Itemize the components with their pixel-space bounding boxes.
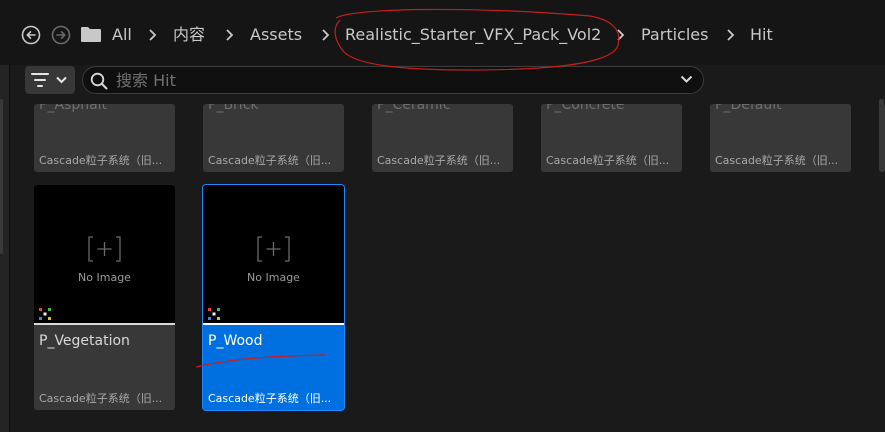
asset-type: Cascade粒子系统（旧...: [39, 154, 163, 167]
breadcrumb-item-particles[interactable]: Particles: [641, 24, 708, 46]
search-input[interactable]: [116, 70, 656, 90]
asset-tile-p-vegetation[interactable]: No Image P_Vegetation Cascade粒子系统（旧...: [34, 185, 175, 410]
breadcrumb-item-hit[interactable]: Hit: [750, 24, 773, 46]
asset-tile-p-wood[interactable]: No Image P_Wood Cascade粒子系统（旧...: [202, 184, 345, 411]
asset-thumbnail: No Image: [34, 185, 175, 323]
asset-tile-p-ceramic[interactable]: P_Ceramic Cascade粒子系统（旧...: [372, 104, 513, 172]
chevron-right-icon[interactable]: [224, 29, 234, 41]
filter-button[interactable]: [25, 66, 75, 94]
asset-tile-p-concrete[interactable]: P_Concrete Cascade粒子系统（旧...: [541, 104, 682, 172]
asset-name: P_Brick: [208, 104, 259, 113]
filter-icon: [31, 73, 49, 87]
no-image-icon: [88, 236, 121, 262]
breadcrumb-item-assets[interactable]: Assets: [250, 24, 302, 46]
asset-name: P_Wood: [208, 333, 263, 349]
asset-type: Cascade粒子系统（旧...: [377, 154, 501, 167]
search-icon: [90, 72, 108, 90]
chevron-right-icon[interactable]: [615, 29, 625, 41]
path-bar: All 内容 Assets Realistic_Starter_VFX_Pack…: [0, 0, 885, 65]
asset-type-bar: [203, 323, 344, 325]
no-image-icon: [257, 236, 290, 262]
asset-type: Cascade粒子系统（旧...: [546, 154, 670, 167]
no-image-label: No Image: [247, 271, 300, 284]
asset-type: Cascade粒子系统（旧...: [39, 392, 163, 405]
back-arrow-icon[interactable]: [21, 25, 41, 45]
chevron-right-icon[interactable]: [320, 29, 330, 41]
chevron-right-icon[interactable]: [725, 29, 735, 41]
asset-type-bar: [34, 323, 175, 325]
no-image-label: No Image: [78, 271, 131, 284]
particle-system-icon: [39, 308, 51, 320]
asset-thumbnail: No Image: [203, 185, 344, 323]
asset-tile-offscreen[interactable]: [879, 104, 885, 172]
chevron-down-icon[interactable]: [680, 75, 693, 84]
asset-name: P_Vegetation: [39, 333, 130, 349]
asset-tile-p-default[interactable]: P_Default Cascade粒子系统（旧...: [710, 104, 851, 172]
breadcrumb-item-content[interactable]: 内容: [173, 24, 205, 46]
asset-name: P_Asphalt: [39, 104, 108, 113]
asset-name: P_Default: [715, 104, 782, 113]
breadcrumb-item-vfx-pack[interactable]: Realistic_Starter_VFX_Pack_Vol2: [345, 24, 601, 46]
folder-icon: [80, 26, 102, 47]
chevron-right-icon[interactable]: [147, 29, 157, 41]
chevron-down-icon: [56, 76, 67, 84]
asset-type: Cascade粒子系统（旧...: [208, 392, 332, 405]
particle-system-icon: [208, 308, 220, 320]
asset-tile-p-asphalt[interactable]: P_Asphalt Cascade粒子系统（旧...: [34, 104, 175, 172]
asset-type: Cascade粒子系统（旧...: [208, 154, 332, 167]
asset-name: P_Ceramic: [377, 104, 451, 113]
search-box[interactable]: [82, 66, 704, 94]
breadcrumb-item-all[interactable]: All: [112, 24, 132, 46]
forward-arrow-icon[interactable]: [51, 25, 71, 45]
content-browser: All 内容 Assets Realistic_Starter_VFX_Pack…: [0, 0, 885, 432]
left-scrollbar[interactable]: [0, 99, 3, 254]
asset-tile-p-brick[interactable]: P_Brick Cascade粒子系统（旧...: [203, 104, 344, 172]
asset-name: P_Concrete: [546, 104, 625, 113]
asset-type: Cascade粒子系统（旧...: [715, 154, 839, 167]
